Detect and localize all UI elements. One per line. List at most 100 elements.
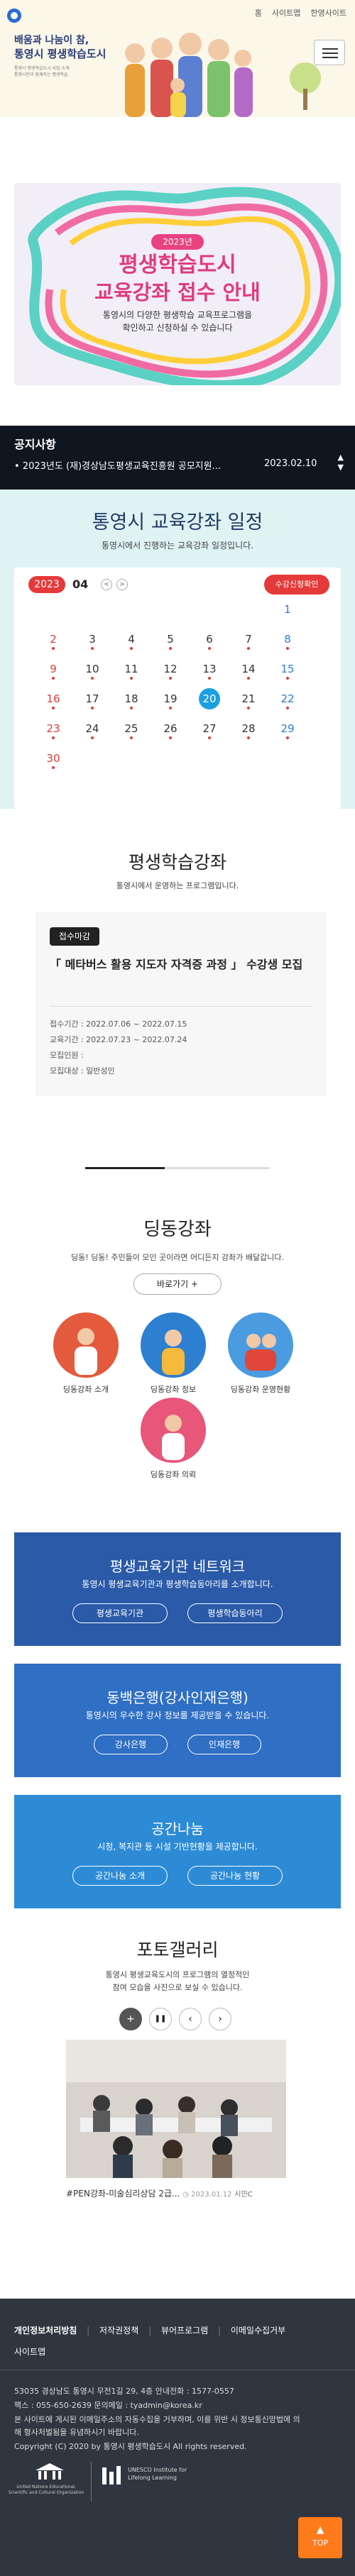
meeting-icon — [245, 1334, 276, 1371]
calendar-year[interactable]: 2023 — [28, 576, 65, 593]
calendar-day[interactable]: 15 — [275, 663, 300, 680]
digdong-request-circle[interactable] — [141, 1398, 206, 1463]
calendar-day[interactable]: 13 — [197, 663, 222, 680]
calendar-day[interactable]: 5 — [158, 633, 182, 650]
calendar-day[interactable]: 1 — [275, 603, 300, 616]
course-edu-period: 교육기간 : 2022.07.23 ~ 2022.07.24 — [50, 1035, 187, 1044]
space-status-button[interactable]: 공간나눔 현황 — [187, 1866, 283, 1886]
digdong-subtitle: 딩동! 딩동! 주민들이 모인 곳이라면 어디든지 강좌가 배달갑니다. — [71, 1253, 284, 1262]
calendar-day[interactable]: 11 — [119, 663, 143, 680]
calendar-day[interactable]: 10 — [80, 663, 104, 680]
gallery-caption-row[interactable]: #PEN강좌-미술심리상담 2급... ◷ 2023.01.12 시민C — [66, 2187, 286, 2199]
gallery-next-button[interactable]: › — [209, 2008, 231, 2030]
chevron-up-icon[interactable]: ▲ — [338, 453, 344, 463]
calendar-day[interactable]: 30 — [41, 752, 65, 769]
calendar-day[interactable]: 7 — [236, 633, 261, 650]
banner-desc-1: 통영시의 다양한 평생학습 교육프로그램을 — [102, 310, 253, 320]
course-card[interactable]: 접수마감 「 메타버스 활용 지도자 자격증 과정 」 수강생 모집 접수기간 … — [36, 912, 327, 1096]
calendar-day[interactable]: 24 — [80, 722, 104, 739]
calendar-day[interactable]: 17 — [80, 692, 104, 709]
next-month-button[interactable]: > — [116, 579, 128, 590]
footer-email-link[interactable]: 이메일수집거부 — [231, 2326, 285, 2335]
calendar-day[interactable]: 9 — [41, 663, 65, 680]
site-header: 홈 사이트맵 한영사이트 배움과 나눔이 참, 통영시 평생학습도시 통영시 평… — [0, 0, 355, 117]
calendar-day[interactable]: 3 — [80, 633, 104, 650]
digdong-intro-circle[interactable] — [53, 1312, 119, 1378]
slogan-line1: 배움과 나눔이 참, — [14, 35, 89, 46]
calendar-day[interactable]: 12 — [158, 663, 182, 680]
notice-item[interactable]: • 2023년도 (재)경상남도평생교육진흥원 공모지원... — [14, 458, 248, 472]
event-dot-icon — [91, 736, 94, 739]
english-site-link[interactable]: 한영사이트 — [310, 7, 346, 18]
main-banner[interactable]: 2023년 평생학습도시 교육강좌 접수 안내 통영시의 다양한 평생학습 교육… — [14, 183, 341, 385]
calendar-day[interactable]: 26 — [158, 722, 182, 739]
calendar-day[interactable]: 23 — [41, 722, 65, 739]
calendar-day[interactable]: 27 — [197, 722, 222, 739]
chevron-down-icon[interactable]: ▼ — [338, 463, 344, 472]
calendar-day-number: 23 — [46, 722, 60, 735]
event-dot-icon — [52, 647, 55, 650]
event-dot-icon — [169, 736, 172, 739]
event-dot-icon — [247, 647, 250, 650]
menu-button[interactable] — [314, 40, 345, 65]
calendar-day[interactable]: 18 — [119, 692, 143, 709]
citizens-illustration — [125, 33, 253, 117]
digdong-item-1[interactable]: 딩동강좌 정보 — [127, 1383, 219, 1395]
footer-viewer-link[interactable]: 뷰어프로그램 — [161, 2326, 208, 2335]
talent-bank-button[interactable]: 인재은행 — [187, 1735, 261, 1754]
digdong-item-0[interactable]: 딩동강좌 소개 — [40, 1383, 132, 1395]
gallery-pause-button[interactable]: ❚❚ — [149, 2008, 172, 2030]
calendar-day[interactable]: 14 — [236, 663, 261, 680]
calendar-day[interactable]: 29 — [275, 722, 300, 739]
course-people: 모집인원 : — [50, 1051, 84, 1060]
apply-check-button[interactable]: 수강신청확인 — [264, 575, 329, 595]
calendar-day[interactable]: 20 — [197, 688, 222, 709]
event-dot-icon — [208, 647, 211, 650]
slogan-line2: 통영시 평생학습도시 — [14, 48, 106, 60]
footer-copyright-link[interactable]: 저작권정책 — [99, 2326, 138, 2335]
calendar-day[interactable]: 16 — [41, 692, 65, 709]
calendar-day[interactable]: 28 — [236, 722, 261, 739]
event-dot-icon — [247, 736, 250, 739]
digdong-status-circle[interactable] — [228, 1312, 293, 1378]
calendar-day-number: 15 — [280, 663, 295, 675]
tree-illustration — [290, 62, 321, 110]
calendar-subtitle: 통영시에서 진행하는 교육강좌 일정입니다. — [102, 541, 253, 551]
sitemap-link[interactable]: 사이트맵 — [272, 7, 300, 18]
arrow-up-icon: ▲ — [316, 2524, 324, 2536]
calendar-day[interactable]: 8 — [275, 633, 300, 650]
network-club-button[interactable]: 평생학습동아리 — [187, 1603, 283, 1623]
calendar-day[interactable]: 25 — [119, 722, 143, 739]
calendar-day-number: 25 — [124, 722, 138, 735]
gallery-add-button[interactable]: + — [119, 2008, 142, 2030]
dongbaek-title: 동백은행(강사인재은행) — [106, 1689, 248, 1706]
network-org-button[interactable]: 평생교육기관 — [72, 1603, 168, 1623]
digdong-item-2[interactable]: 딩동강좌 운영현황 — [214, 1383, 307, 1395]
calendar-day[interactable]: 2 — [41, 633, 65, 650]
teacher-bank-button[interactable]: 강사은행 — [94, 1735, 168, 1754]
calendar-day[interactable]: 4 — [119, 633, 143, 650]
course-title: 평생학습강좌 — [128, 852, 226, 873]
calendar-day-number: 22 — [280, 692, 295, 705]
footer-sitemap-link[interactable]: 사이트맵 — [14, 2347, 45, 2357]
gallery-photo[interactable] — [66, 2040, 286, 2178]
scroll-top-button[interactable]: ▲ TOP — [298, 2517, 342, 2558]
digdong-item-3[interactable]: 딩동강좌 의뢰 — [127, 1469, 219, 1480]
space-block: 공간나눔 시청, 복지관 등 시설 기반현황을 제공합니다. 공간나눔 소개 공… — [14, 1795, 341, 1908]
calendar-day[interactable]: 21 — [236, 692, 261, 709]
digdong-section: 딩동강좌 딩동! 딩동! 주민들이 모인 곳이라면 어디든지 강좌가 배달갑니다… — [0, 1178, 355, 1532]
calendar-day[interactable]: 19 — [158, 692, 182, 709]
footer-privacy-link[interactable]: 개인정보처리방침 — [14, 2326, 77, 2335]
logo-icon[interactable] — [7, 9, 21, 23]
footer-address: 53035 경상남도 통영시 무전1길 29, 4층 안내전화 : 1577-0… — [14, 2387, 234, 2396]
gallery-prev-button[interactable]: ‹ — [179, 2008, 202, 2030]
notice-title[interactable]: 공지사항 — [14, 435, 56, 452]
calendar-day[interactable]: 6 — [197, 633, 222, 650]
digdong-shortcut-button[interactable]: 바로가기 + — [133, 1273, 222, 1295]
home-link[interactable]: 홈 — [255, 7, 262, 18]
site-slogan[interactable]: 배움과 나눔이 참, 통영시 평생학습도시 — [14, 34, 106, 61]
digdong-info-circle[interactable] — [141, 1312, 206, 1378]
prev-month-button[interactable]: < — [101, 579, 112, 590]
calendar-day[interactable]: 22 — [275, 692, 300, 709]
space-intro-button[interactable]: 공간나눔 소개 — [72, 1866, 168, 1886]
